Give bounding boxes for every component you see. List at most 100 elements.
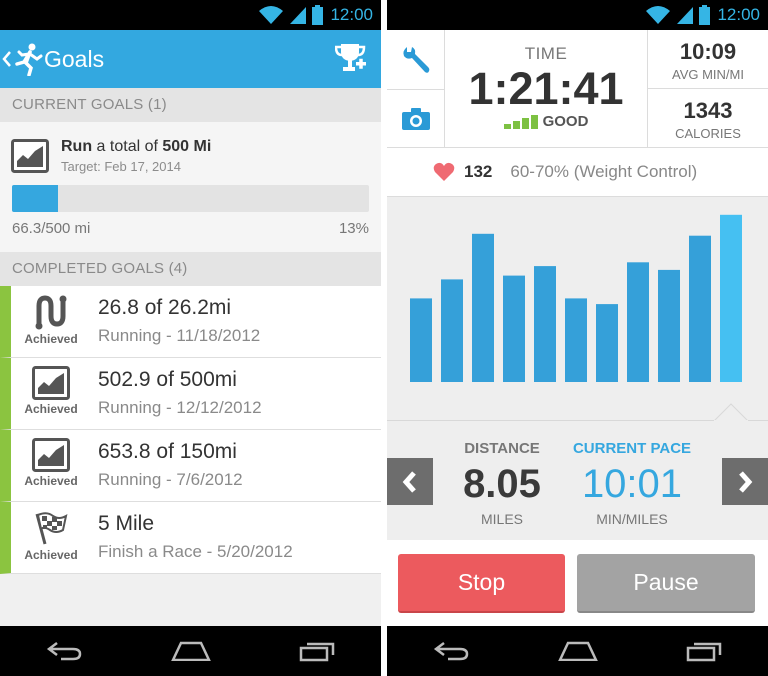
add-goal-button[interactable] bbox=[334, 42, 367, 81]
chart-icon bbox=[32, 366, 70, 400]
list-item[interactable]: Achieved 5 Mile Finish a Race - 5/20/201… bbox=[0, 502, 381, 574]
badge-label: Achieved bbox=[24, 402, 78, 416]
wifi-icon bbox=[646, 6, 671, 24]
home-icon bbox=[557, 641, 598, 661]
recents-icon bbox=[299, 642, 334, 662]
pause-button[interactable]: Pause bbox=[577, 554, 755, 613]
calories-label: CALORIES bbox=[675, 126, 741, 141]
pace-chart bbox=[387, 197, 768, 421]
chart-bar bbox=[534, 266, 556, 382]
goal-row-subtitle: Finish a Race - 5/20/2012 bbox=[98, 542, 293, 561]
chevron-left-icon bbox=[402, 470, 416, 493]
chart-bar bbox=[596, 304, 618, 382]
list-item[interactable]: Achieved 653.8 of 150mi Running - 7/6/20… bbox=[0, 430, 381, 502]
goal-row-subtitle: Running - 11/18/2012 bbox=[98, 326, 261, 345]
back-arrow-icon bbox=[46, 642, 81, 661]
chart-bar bbox=[658, 269, 680, 382]
chevron-left-icon bbox=[2, 51, 11, 67]
status-bar: 12:00 bbox=[387, 0, 768, 30]
back-arrow-icon bbox=[433, 642, 468, 661]
chart-bar bbox=[720, 214, 742, 382]
battery-icon bbox=[312, 5, 324, 25]
goal-title-verb: Run bbox=[61, 138, 93, 155]
system-nav-bar bbox=[0, 626, 381, 676]
system-nav-bar bbox=[387, 626, 768, 676]
current-pace-unit: MIN/MILES bbox=[596, 511, 668, 527]
runner-icon bbox=[15, 43, 43, 76]
checkered-flag-icon bbox=[35, 512, 68, 545]
goal-title-amount: 500 Mi bbox=[162, 138, 212, 155]
heart-rate-zone: 60-70% (Weight Control) bbox=[510, 162, 698, 181]
camera-icon bbox=[401, 108, 430, 130]
nav-recents-button[interactable] bbox=[675, 631, 735, 671]
run-screen: 12:00 TIME 1:21:41 GOOD 10:09 AVG MIN/MI… bbox=[387, 0, 768, 676]
empty-space bbox=[0, 574, 381, 626]
signal-icon bbox=[677, 7, 694, 24]
current-pace-label: CURRENT PACE bbox=[572, 440, 692, 457]
run-controls: Stop Pause bbox=[387, 540, 768, 626]
avg-pace-value: 10:09 bbox=[679, 39, 737, 64]
calories-value: 1343 bbox=[683, 98, 733, 123]
goals-screen: 12:00 Goals CURRENT GOALS (1) Run a tota… bbox=[0, 0, 381, 676]
current-pace-block: CURRENT PACE 10:01 MIN/MILES bbox=[567, 440, 697, 527]
badge-label: Achieved bbox=[24, 474, 78, 488]
current-goal-card[interactable]: Run a total of 500 Mi Target: Feb 17, 20… bbox=[0, 122, 381, 252]
badge-label: Achieved bbox=[24, 548, 78, 562]
goal-progress-text: 66.3/500 mi bbox=[12, 220, 91, 237]
chart-bar bbox=[472, 233, 494, 382]
distance-block: DISTANCE 8.05 MILES bbox=[447, 440, 557, 527]
distance-value: 8.05 bbox=[463, 462, 541, 506]
gps-signal-label: GOOD bbox=[542, 113, 589, 130]
nav-back-button[interactable] bbox=[34, 631, 94, 671]
back-button[interactable] bbox=[2, 30, 43, 88]
previous-stat-button[interactable] bbox=[387, 458, 433, 505]
chart-bar bbox=[689, 235, 711, 382]
stop-button[interactable]: Stop bbox=[398, 554, 565, 613]
elapsed-time: 1:21:41 bbox=[468, 63, 624, 114]
completed-goals-header: COMPLETED GOALS (4) bbox=[0, 252, 381, 286]
list-item[interactable]: Achieved 502.9 of 500mi Running - 12/12/… bbox=[0, 358, 381, 430]
achieved-badge: Achieved bbox=[22, 294, 80, 350]
goal-row-subtitle: Running - 12/12/2012 bbox=[98, 398, 262, 417]
heart-rate-value: 132 bbox=[464, 162, 493, 181]
time-panel: TIME 1:21:41 GOOD bbox=[445, 30, 648, 148]
nav-home-button[interactable] bbox=[548, 631, 608, 671]
distance-unit: MILES bbox=[480, 511, 523, 527]
heart-icon bbox=[433, 162, 455, 181]
action-bar: Goals bbox=[0, 30, 381, 88]
calories-cell: 1343 CALORIES bbox=[648, 89, 768, 148]
chart-bar bbox=[441, 279, 463, 382]
current-pace-value: 10:01 bbox=[581, 462, 683, 506]
avg-pace-cell: 10:09 AVG MIN/MI bbox=[648, 30, 768, 89]
goal-row-title: 502.9 of 500mi bbox=[98, 368, 237, 391]
achieved-badge: Achieved bbox=[22, 510, 80, 566]
next-stat-button[interactable] bbox=[722, 458, 768, 505]
avg-pace-label: AVG MIN/MI bbox=[672, 67, 744, 82]
chevron-right-icon bbox=[739, 470, 753, 493]
settings-button[interactable] bbox=[387, 30, 444, 89]
home-icon bbox=[170, 641, 211, 661]
current-goals-header: CURRENT GOALS (1) bbox=[0, 88, 381, 122]
time-label: TIME bbox=[524, 44, 568, 63]
heart-rate-row: 132 60-70% (Weight Control) bbox=[387, 148, 768, 197]
trophy-plus-icon bbox=[334, 44, 366, 71]
achieved-badge: Achieved bbox=[22, 366, 80, 422]
camera-button[interactable] bbox=[387, 89, 444, 148]
page-title: Goals bbox=[44, 46, 105, 72]
battery-icon bbox=[699, 5, 711, 25]
status-clock: 12:00 bbox=[717, 5, 760, 24]
goal-progress-bar bbox=[12, 185, 369, 212]
goal-row-title: 653.8 of 150mi bbox=[98, 440, 237, 463]
achieved-badge: Achieved bbox=[22, 438, 80, 494]
nav-recents-button[interactable] bbox=[288, 631, 348, 671]
goal-title: Run a total of 500 Mi bbox=[61, 138, 211, 156]
nav-back-button[interactable] bbox=[421, 631, 481, 671]
goal-progress-percent: 13% bbox=[338, 220, 369, 237]
status-bar: 12:00 bbox=[0, 0, 381, 30]
chart-bar bbox=[565, 298, 587, 382]
route-icon bbox=[35, 295, 67, 330]
nav-home-button[interactable] bbox=[161, 631, 221, 671]
list-item[interactable]: Achieved 26.8 of 26.2mi Running - 11/18/… bbox=[0, 286, 381, 358]
completed-goals-list: Achieved 26.8 of 26.2mi Running - 11/18/… bbox=[0, 286, 381, 574]
chart-bar bbox=[410, 298, 432, 382]
